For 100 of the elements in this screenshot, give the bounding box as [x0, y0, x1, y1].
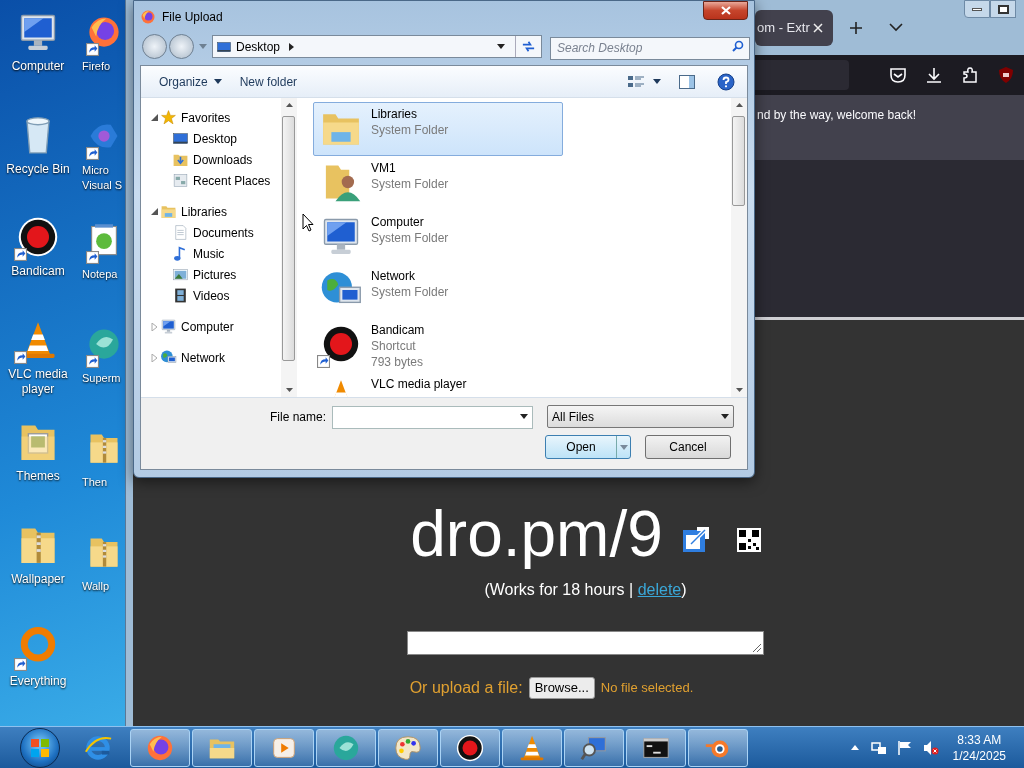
icon-tile[interactable]: Firefo — [78, 8, 124, 112]
qr-code-icon[interactable] — [736, 528, 761, 552]
caret-icon — [520, 414, 529, 419]
scroll-up-icon[interactable] — [735, 103, 743, 107]
monitor-icon — [160, 318, 177, 335]
fox-globe-icon — [86, 14, 122, 50]
open-button[interactable]: Open — [545, 435, 631, 459]
file-name-label: File name: — [270, 408, 327, 426]
expiry-text: (Works for 18 hours | delete) — [484, 580, 687, 600]
view-options-icon[interactable] — [628, 74, 644, 89]
notification-text: nd by the way, welcome back! — [757, 108, 917, 122]
shield-icon[interactable] — [997, 66, 1015, 84]
scroll-down-icon[interactable] — [285, 388, 293, 392]
search-field[interactable]: Search Desktop — [550, 36, 750, 60]
file-item[interactable]: VM1 System Folder — [313, 156, 563, 210]
scroll-thumb[interactable] — [282, 116, 295, 361]
network-icon[interactable] — [870, 739, 887, 756]
icon-tile[interactable]: Then — [78, 424, 124, 528]
file-item[interactable]: Computer System Folder — [313, 210, 563, 264]
caret-icon — [653, 79, 661, 84]
document-icon — [172, 224, 189, 241]
file-item[interactable]: Bandicam Shortcut 793 bytes — [313, 318, 563, 372]
toolbar-button[interactable]: New folder — [230, 69, 307, 94]
file-status-text: No file selected. — [600, 679, 694, 698]
text-area[interactable] — [407, 631, 764, 655]
icon-tile[interactable]: Recycle Bin — [0, 110, 76, 214]
icon-tile[interactable]: Notepa — [78, 216, 124, 320]
close-icon[interactable] — [811, 22, 824, 34]
toolbar-button[interactable]: Organize — [150, 69, 231, 94]
delete-link[interactable]: delete — [637, 581, 682, 598]
caret-icon — [199, 44, 207, 49]
breadcrumb-arrow-icon — [289, 42, 295, 51]
speaker-muted-icon[interactable] — [922, 739, 939, 756]
scroll-bar[interactable] — [281, 98, 297, 397]
browse-button[interactable]: Browse... — [528, 677, 595, 699]
nav-item[interactable]: Downloads — [172, 150, 253, 169]
close-icon — [720, 6, 731, 15]
windows-logo-icon — [30, 737, 50, 758]
nav-item[interactable]: Documents — [172, 223, 254, 242]
record-icon — [455, 732, 485, 763]
resize-handle-icon[interactable] — [750, 641, 762, 653]
caret-icon — [721, 414, 730, 419]
icon-tile[interactable]: Bandicam — [0, 213, 76, 316]
icon-tile[interactable]: VLC media player — [0, 315, 76, 419]
download-icon[interactable] — [925, 66, 943, 84]
icon-tile[interactable]: Superm — [78, 320, 124, 424]
leaf-logo-icon — [86, 326, 122, 362]
back-button[interactable] — [142, 34, 167, 59]
library-folder-icon — [160, 203, 177, 220]
forward-button[interactable] — [169, 34, 194, 59]
icon-tile[interactable]: Themes — [0, 418, 76, 521]
address-field[interactable]: Desktop — [212, 35, 542, 58]
chevron-down-icon[interactable] — [889, 22, 903, 32]
file-type-select[interactable]: All Files — [547, 405, 735, 428]
pocket-icon[interactable] — [889, 66, 907, 84]
minimize-button[interactable] — [964, 0, 990, 18]
expanded-arrow-icon[interactable] — [151, 114, 158, 121]
clock[interactable]: 8:33 AM 1/24/2025 — [952, 731, 1006, 764]
cancel-button[interactable]: Cancel — [645, 435, 731, 459]
external-link-icon[interactable] — [682, 526, 709, 552]
help-icon[interactable] — [717, 72, 735, 91]
scroll-bar[interactable] — [731, 98, 747, 397]
file-name-field[interactable] — [332, 405, 534, 429]
caret-icon — [619, 444, 628, 450]
search-icon — [732, 40, 744, 52]
taskbar-app-button[interactable] — [626, 728, 686, 767]
puzzle-piece-icon[interactable] — [961, 66, 979, 84]
close-button[interactable] — [703, 1, 748, 20]
nav-item[interactable]: Recent Places — [172, 171, 271, 190]
file-item[interactable]: Libraries System Folder — [313, 102, 563, 156]
expanded-arrow-icon[interactable] — [151, 208, 158, 215]
nav-item[interactable]: Computer — [160, 317, 234, 336]
preview-pane-icon[interactable] — [679, 74, 695, 89]
taskbar-app-button[interactable] — [440, 728, 500, 767]
mouse-cursor-icon — [302, 213, 314, 232]
desktop-icon — [172, 130, 189, 147]
recent-places-icon — [172, 172, 189, 189]
new-tab-icon[interactable] — [849, 21, 863, 35]
star-icon — [160, 109, 177, 126]
maximize-button[interactable] — [990, 0, 1016, 18]
caret-icon — [497, 44, 505, 49]
nav-item[interactable]: Network — [160, 348, 225, 367]
nav-item[interactable]: Desktop — [172, 129, 238, 148]
icon-tile[interactable]: Micro Visual S — [78, 112, 124, 216]
fox-globe-icon — [140, 8, 156, 25]
nav-item[interactable]: Favorites — [160, 108, 231, 127]
nav-item[interactable]: Music — [172, 244, 225, 263]
nav-item[interactable]: Libraries — [160, 202, 228, 221]
flag-icon[interactable] — [896, 739, 913, 756]
scroll-up-icon[interactable] — [285, 103, 293, 107]
nav-item[interactable]: Videos — [172, 286, 230, 305]
scroll-thumb[interactable] — [732, 116, 745, 206]
icon-tile[interactable]: Computer — [0, 8, 76, 111]
dialog-title: File Upload — [162, 8, 223, 26]
start-button[interactable] — [20, 727, 60, 768]
scroll-down-icon[interactable] — [735, 388, 743, 392]
show-hidden-icons-icon[interactable] — [850, 745, 859, 750]
nav-item[interactable]: Pictures — [172, 265, 237, 284]
picture-icon — [172, 266, 189, 283]
file-item[interactable]: Network System Folder — [313, 264, 563, 318]
